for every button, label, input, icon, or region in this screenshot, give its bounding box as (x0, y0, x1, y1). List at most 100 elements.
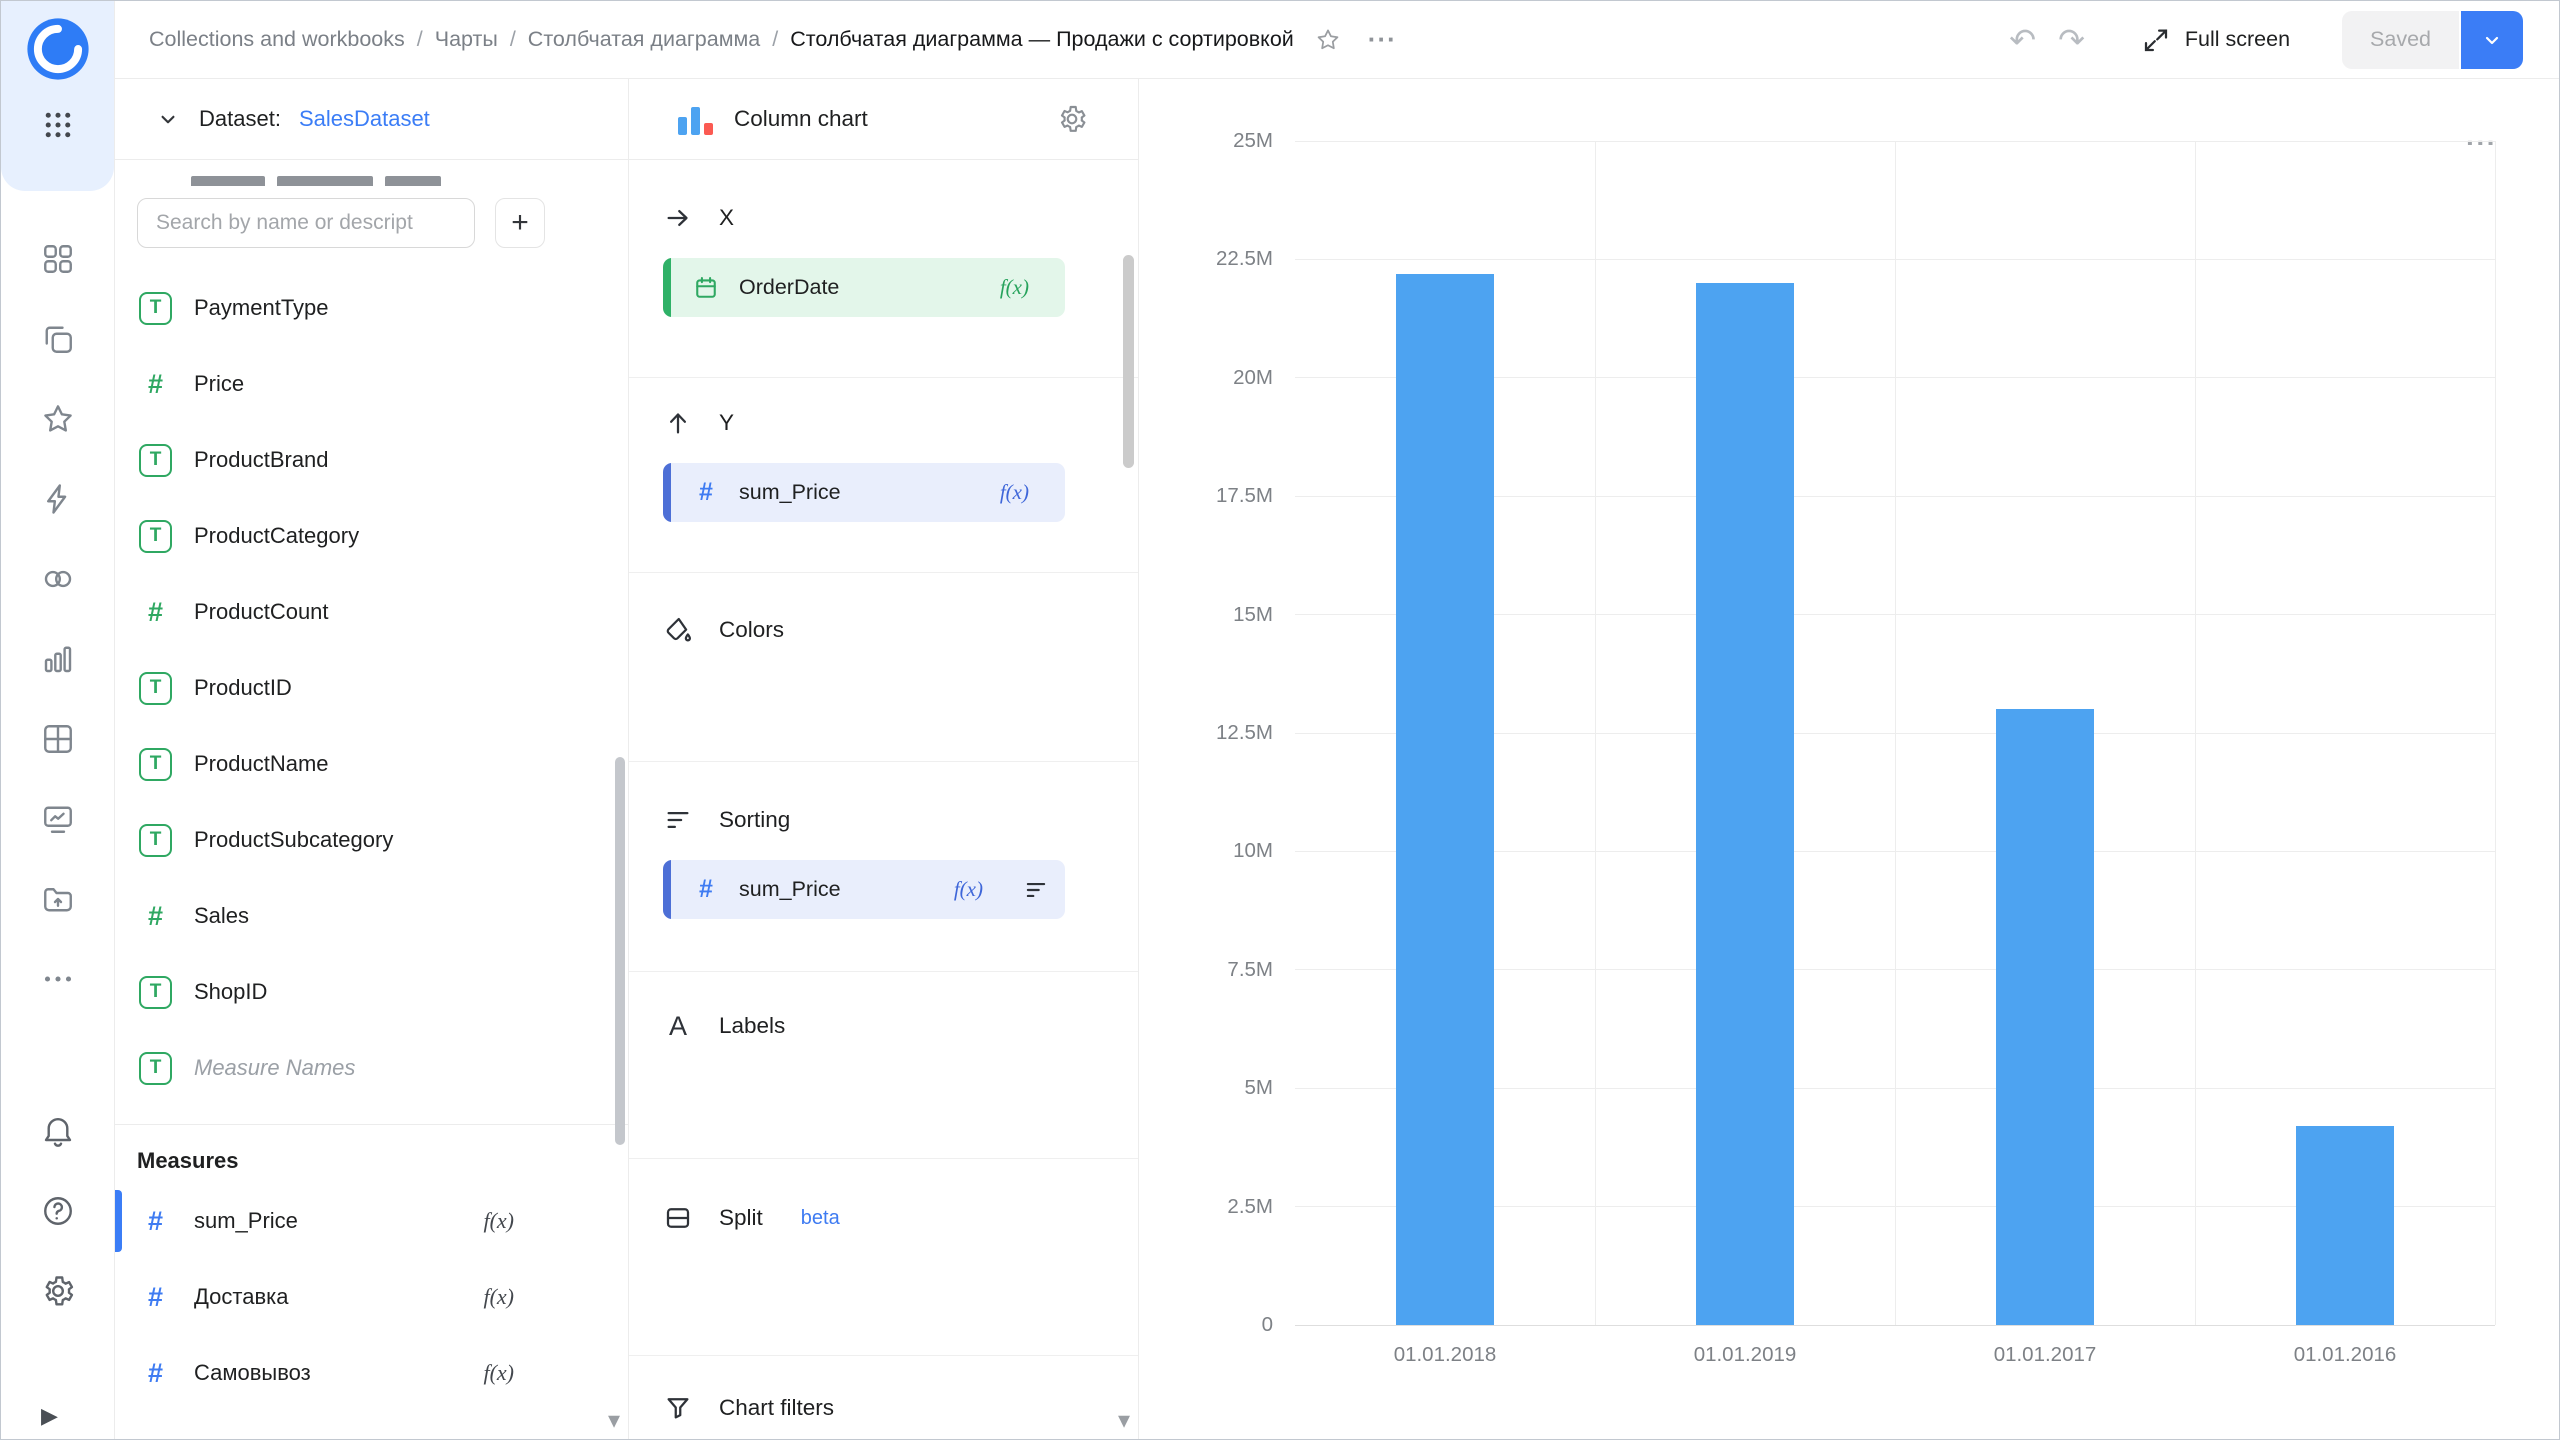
chart-settings-gear-icon[interactable] (1056, 103, 1088, 135)
colors-section-label: Colors (719, 617, 784, 643)
x-field-chip[interactable]: OrderDate f(x) (663, 258, 1065, 317)
dashboards-icon[interactable] (40, 721, 76, 757)
measure-hash-icon: # (139, 1282, 172, 1313)
dataset-field-row[interactable]: # Price (115, 346, 628, 422)
scroll-down-indicator[interactable]: ▾ (1118, 1406, 1130, 1435)
full-screen-button[interactable]: Full screen (2141, 25, 2290, 55)
dataset-field-row[interactable]: T ProductBrand (115, 422, 628, 498)
gridline-vertical (2195, 141, 2196, 1325)
bar-01.01.2017[interactable] (1996, 709, 2094, 1325)
dataset-field-row[interactable]: T ProductID (115, 650, 628, 726)
formula-icon[interactable]: f(x) (483, 1208, 514, 1234)
save-menu-button[interactable] (2461, 11, 2523, 69)
formula-icon[interactable]: f(x) (1000, 480, 1029, 505)
bar-01.01.2016[interactable] (2296, 1126, 2394, 1325)
formula-icon[interactable]: f(x) (1000, 275, 1029, 300)
measure-hash-icon: # (691, 478, 721, 507)
measure-name: Доставка (194, 1284, 288, 1310)
measure-row[interactable]: # sum_Price f(x) (115, 1183, 628, 1259)
dataset-field-row[interactable]: T ProductSubcategory (115, 802, 628, 878)
connections-bolt-icon[interactable] (40, 481, 76, 517)
add-field-button[interactable]: + (495, 198, 545, 248)
app-window: ▶ Collections and workbooks / Чарты / Ст… (0, 0, 2560, 1440)
labels-a-icon: A (663, 1011, 693, 1041)
bar-01.01.2019[interactable] (1696, 283, 1794, 1325)
field-type-icon: T (139, 444, 172, 477)
section-sorting: Sorting # sum_Price f(x) (629, 762, 1138, 972)
collapse-chevron-icon[interactable] (155, 106, 181, 132)
apps-grid-icon[interactable] (40, 107, 76, 143)
field-name: ProductCount (194, 599, 329, 625)
formula-icon[interactable]: f(x) (483, 1284, 514, 1310)
help-icon[interactable] (40, 1193, 76, 1229)
editor-monitor-icon[interactable] (40, 801, 76, 837)
breadcrumb-item[interactable]: Столбчатая диаграмма (528, 27, 760, 52)
chart-type-label[interactable]: Column chart (734, 106, 868, 132)
breadcrumb-item[interactable]: Collections and workbooks (149, 27, 405, 52)
y-section-label: Y (719, 410, 734, 436)
section-x: X OrderDate f(x) (629, 160, 1138, 378)
dataset-field-row[interactable]: T Measure Names (115, 1030, 628, 1106)
notifications-bell-icon[interactable] (40, 1113, 76, 1149)
measure-row[interactable]: # Доставка f(x) (115, 1259, 628, 1335)
redo-icon[interactable]: ↷ (2058, 24, 2085, 56)
more-dots-icon[interactable] (40, 961, 76, 997)
y-field-name: sum_Price (739, 480, 841, 505)
chip-accent-bar (663, 258, 671, 317)
undo-icon[interactable]: ↶ (2009, 24, 2036, 56)
dataset-field-row[interactable]: T PaymentType (115, 270, 628, 346)
section-colors: Colors (629, 573, 1138, 762)
gridline-vertical (2495, 141, 2496, 1325)
section-y: Y # sum_Price f(x) (629, 378, 1138, 573)
bar-01.01.2018[interactable] (1396, 274, 1494, 1325)
favorites-star-icon[interactable] (40, 401, 76, 437)
sort-order-icon[interactable] (1023, 877, 1049, 903)
field-name: ProductBrand (194, 447, 329, 473)
saved-button[interactable]: Saved (2342, 11, 2459, 69)
section-split: Split beta (629, 1159, 1138, 1356)
settings-gear-icon[interactable] (40, 1273, 76, 1309)
datasets-rings-icon[interactable] (40, 561, 76, 597)
gridline-vertical (1895, 141, 1896, 1325)
storage-folder-icon[interactable] (40, 881, 76, 917)
dataset-field-row[interactable]: # Sales (115, 878, 628, 954)
dataset-field-row[interactable]: # ProductCount (115, 574, 628, 650)
breadcrumb-item[interactable]: Чарты (435, 27, 498, 52)
measures-section: Measures # sum_Price f(x) (115, 1124, 628, 1411)
y-axis-tick: 0 (1262, 1313, 1273, 1337)
charts-icon[interactable] (40, 641, 76, 677)
formula-icon[interactable]: f(x) (954, 877, 983, 902)
config-scrollbar[interactable] (1123, 255, 1134, 468)
sorting-field-chip[interactable]: # sum_Price f(x) (663, 860, 1065, 919)
scroll-down-indicator[interactable]: ▾ (608, 1406, 620, 1435)
favorite-star-icon[interactable] (1314, 26, 1342, 54)
section-labels: A Labels (629, 972, 1138, 1159)
expand-panel-icon[interactable]: ▶ (41, 1403, 58, 1429)
y-field-chip[interactable]: # sum_Price f(x) (663, 463, 1065, 522)
dimensions-list: T PaymentType # Price T ProductBrand (115, 262, 628, 1106)
formula-icon[interactable]: f(x) (483, 1360, 514, 1386)
measure-hash-icon: # (691, 875, 721, 904)
widgets-icon[interactable] (40, 241, 76, 277)
y-axis-tick: 15M (1233, 603, 1273, 627)
dataset-field-row[interactable]: T ShopID (115, 954, 628, 1030)
collections-icon[interactable] (40, 321, 76, 357)
column-chart-plot: 02.5M5M7.5M10M12.5M15M17.5M20M22.5M25M01… (1295, 141, 2495, 1325)
breadcrumb-separator: / (772, 27, 778, 52)
dataset-field-row[interactable]: T ProductCategory (115, 498, 628, 574)
dataset-scrollbar[interactable] (615, 757, 625, 1145)
measure-row[interactable]: # Самовывоз f(x) (115, 1335, 628, 1411)
breadcrumb-list: Collections and workbooks / Чарты / Стол… (149, 27, 790, 52)
field-name: ProductID (194, 675, 292, 701)
field-name: ProductName (194, 751, 329, 777)
datalens-logo[interactable] (24, 15, 92, 83)
dataset-field-row[interactable]: T ProductName (115, 726, 628, 802)
dataset-name-link[interactable]: SalesDataset (299, 106, 430, 132)
y-axis-tick: 5M (1245, 1076, 1273, 1100)
page-actions-ellipsis-icon[interactable]: ··· (1368, 24, 1397, 55)
field-type-icon: T (139, 1052, 172, 1085)
breadcrumb-separator: / (510, 27, 516, 52)
chevron-down-icon (2480, 28, 2504, 52)
topbar: Collections and workbooks / Чарты / Стол… (115, 1, 2559, 79)
search-input[interactable] (137, 198, 475, 248)
